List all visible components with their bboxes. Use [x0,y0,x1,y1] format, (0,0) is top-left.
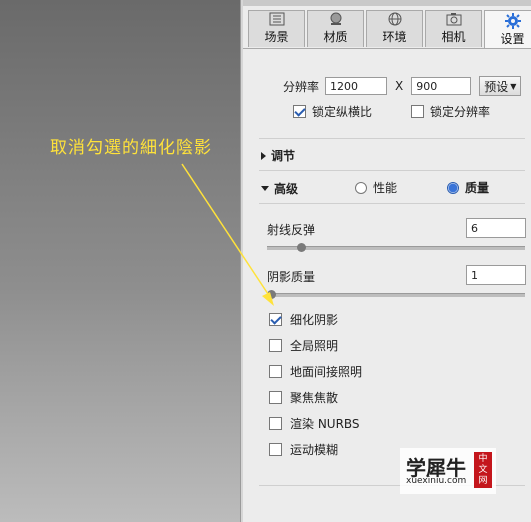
watermark-seal: 中 文 网 [474,452,492,488]
annotation-arrow [181,163,274,306]
watermark-seal-char: 文 [478,464,488,475]
watermark: 学犀牛 xuexiniu.com 中 文 网 [400,448,496,494]
watermark-seal-char: 网 [478,475,488,486]
watermark-seal-char: 中 [478,453,488,464]
watermark-url: xuexiniu.com [406,476,467,486]
